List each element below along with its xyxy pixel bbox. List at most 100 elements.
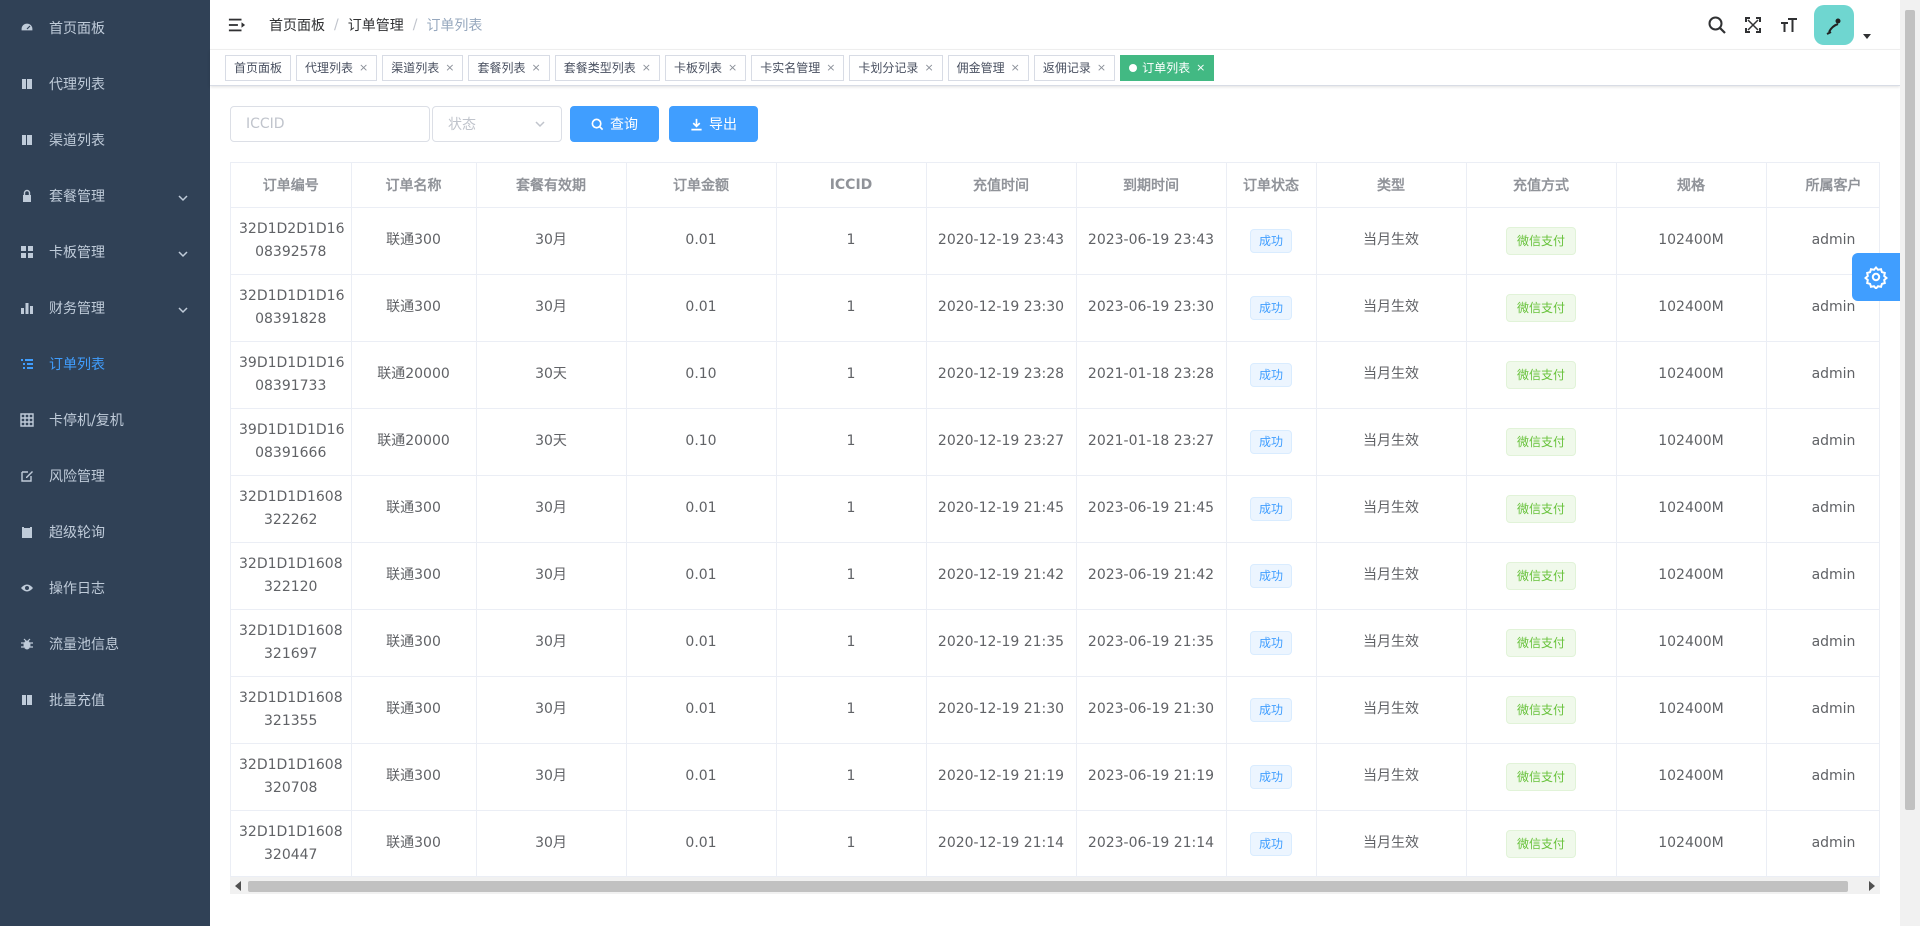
close-icon[interactable]: × (642, 56, 651, 80)
customer-cell: admin (1766, 609, 1879, 677)
column-header[interactable]: 充值方式 (1466, 163, 1617, 208)
type-cell: 当月生效 (1316, 676, 1467, 744)
table-row: 32D1D1D1608 322120 联通300 30月 0.01 1 2020-12-19… (231, 542, 1879, 610)
hamburger-icon[interactable] (227, 15, 247, 35)
tag-2[interactable]: 渠道列表 × (382, 54, 464, 81)
column-header[interactable]: 订单名称 (351, 163, 477, 208)
column-header[interactable]: 充值时间 (926, 163, 1077, 208)
pay-method-badge: 微信支付 (1505, 494, 1576, 523)
sidebar: 首页面板 代理列表 渠道列表 套餐管理 卡板管理 财务管理 订单列表 卡停机/复机 风险管理 超级… (0, 0, 210, 926)
tag-7[interactable]: 卡划分记录 × (849, 54, 943, 81)
pay-method-cell: 微信支付 (1466, 609, 1617, 677)
sidebar-item-1[interactable]: 代理列表 (0, 56, 210, 112)
status-select[interactable]: 状态 (432, 106, 562, 142)
pay-method-badge: 微信支付 (1505, 628, 1576, 657)
sidebar-item-12[interactable]: 批量充值 (0, 672, 210, 728)
name-cell: 联通300 (351, 810, 477, 878)
column-header[interactable]: 到期时间 (1076, 163, 1227, 208)
column-header[interactable]: 订单状态 (1226, 163, 1317, 208)
breadcrumb-item-order-management[interactable]: 订单管理 (348, 15, 404, 35)
horizontal-scrollbar-thumb[interactable] (248, 881, 1848, 892)
column-header[interactable]: 类型 (1316, 163, 1467, 208)
order-no-line-1: 32D1D1D1608 (239, 823, 343, 840)
breadcrumb-item-home[interactable]: 首页面板 (269, 15, 325, 35)
close-icon[interactable]: × (532, 56, 541, 80)
sidebar-item-3[interactable]: 套餐管理 (0, 168, 210, 224)
scroll-right-arrow-icon[interactable] (1869, 881, 1875, 891)
order-no-cell: 32D1D1D1608 321355 (231, 676, 352, 744)
sidebar-item-10[interactable]: 操作日志 (0, 560, 210, 616)
sidebar-item-6[interactable]: 订单列表 (0, 336, 210, 392)
column-header[interactable]: 所属客户 (1766, 163, 1879, 208)
close-icon[interactable]: × (1196, 56, 1205, 80)
tag-8[interactable]: 佣金管理 × (947, 54, 1029, 81)
order-no-line-2: 08391666 (255, 444, 327, 461)
settings-button[interactable] (1852, 253, 1900, 301)
order-table: 订单编号 订单名称 套餐有效期 订单金额 ICCID 充值时间 到期时间 订单状态 类型 充值方式… (230, 162, 1880, 894)
sidebar-item-5[interactable]: 财务管理 (0, 280, 210, 336)
spec-cell: 102400M (1616, 408, 1767, 476)
column-header[interactable]: 订单金额 (626, 163, 777, 208)
fullscreen-icon[interactable] (1742, 14, 1764, 36)
column-header[interactable]: 规格 (1616, 163, 1767, 208)
tag-6[interactable]: 卡实名管理 × (751, 54, 845, 81)
avatar[interactable] (1814, 5, 1854, 45)
validity-cell: 30天 (476, 408, 627, 476)
validity-cell: 30月 (476, 743, 627, 811)
close-icon[interactable]: × (1011, 56, 1020, 80)
sidebar-item-4[interactable]: 卡板管理 (0, 224, 210, 280)
sidebar-item-7[interactable]: 卡停机/复机 (0, 392, 210, 448)
tag-4[interactable]: 套餐类型列表 × (554, 54, 660, 81)
page-vertical-scrollbar[interactable] (1900, 0, 1920, 926)
tag-3[interactable]: 套餐列表 × (468, 54, 550, 81)
close-icon[interactable]: × (1097, 56, 1106, 80)
scroll-left-arrow-icon[interactable] (235, 881, 241, 891)
tag-1[interactable]: 代理列表 × (296, 54, 378, 81)
expire-time-cell: 2023-06-19 21:42 (1076, 542, 1227, 610)
sidebar-item-8[interactable]: 风险管理 (0, 448, 210, 504)
search-icon[interactable] (1706, 14, 1728, 36)
close-icon[interactable]: × (924, 56, 933, 80)
iccid-input[interactable]: ICCID (230, 106, 430, 142)
sidebar-item-11[interactable]: 流量池信息 (0, 616, 210, 672)
spec-cell: 102400M (1616, 810, 1767, 878)
grid-icon (20, 245, 34, 259)
spec-cell: 102400M (1616, 609, 1767, 677)
query-button[interactable]: 查询 (570, 106, 659, 142)
pay-method-cell: 微信支付 (1466, 408, 1617, 476)
close-icon[interactable]: × (728, 56, 737, 80)
column-header[interactable]: 订单编号 (231, 163, 352, 208)
page-vertical-scrollbar-thumb[interactable] (1905, 10, 1915, 810)
validity-cell: 30天 (476, 341, 627, 409)
close-icon[interactable]: × (826, 56, 835, 80)
amount-cell: 0.01 (626, 743, 777, 811)
tag-0[interactable]: 首页面板 (225, 54, 292, 81)
status-badge: 成功 (1249, 831, 1292, 856)
breadcrumb-separator: / (412, 16, 418, 33)
caret-down-icon[interactable] (1862, 29, 1872, 39)
pay-method-cell: 微信支付 (1466, 207, 1617, 275)
close-icon[interactable]: × (359, 56, 368, 80)
order-no-line-1: 32D1D2D1D16 (239, 220, 345, 237)
export-button-label: 导出 (709, 117, 737, 133)
column-header[interactable]: ICCID (776, 163, 927, 208)
column-header[interactable]: 套餐有效期 (476, 163, 627, 208)
sidebar-item-label: 批量充值 (49, 693, 105, 709)
tag-label: 首页面板 (234, 60, 283, 75)
export-button[interactable]: 导出 (669, 106, 758, 142)
type-cell: 当月生效 (1316, 475, 1467, 543)
edit-icon (20, 469, 34, 483)
horizontal-scrollbar[interactable] (230, 876, 1880, 894)
font-size-icon[interactable] (1778, 14, 1800, 36)
tag-5[interactable]: 卡板列表 × (664, 54, 747, 81)
close-icon[interactable]: × (445, 56, 454, 80)
order-no-line-1: 39D1D1D1D16 (239, 421, 345, 438)
sidebar-item-9[interactable]: 超级轮询 (0, 504, 210, 560)
order-no-cell: 32D1D2D1D16 08392578 (231, 207, 352, 275)
tag-9[interactable]: 返佣记录 × (1033, 54, 1116, 81)
sidebar-item-0[interactable]: 首页面板 (0, 0, 210, 56)
pay-method-cell: 微信支付 (1466, 274, 1617, 342)
expire-time-cell: 2021-01-18 23:28 (1076, 341, 1227, 409)
sidebar-item-2[interactable]: 渠道列表 (0, 112, 210, 168)
tag-10[interactable]: 订单列表 × (1120, 54, 1215, 81)
